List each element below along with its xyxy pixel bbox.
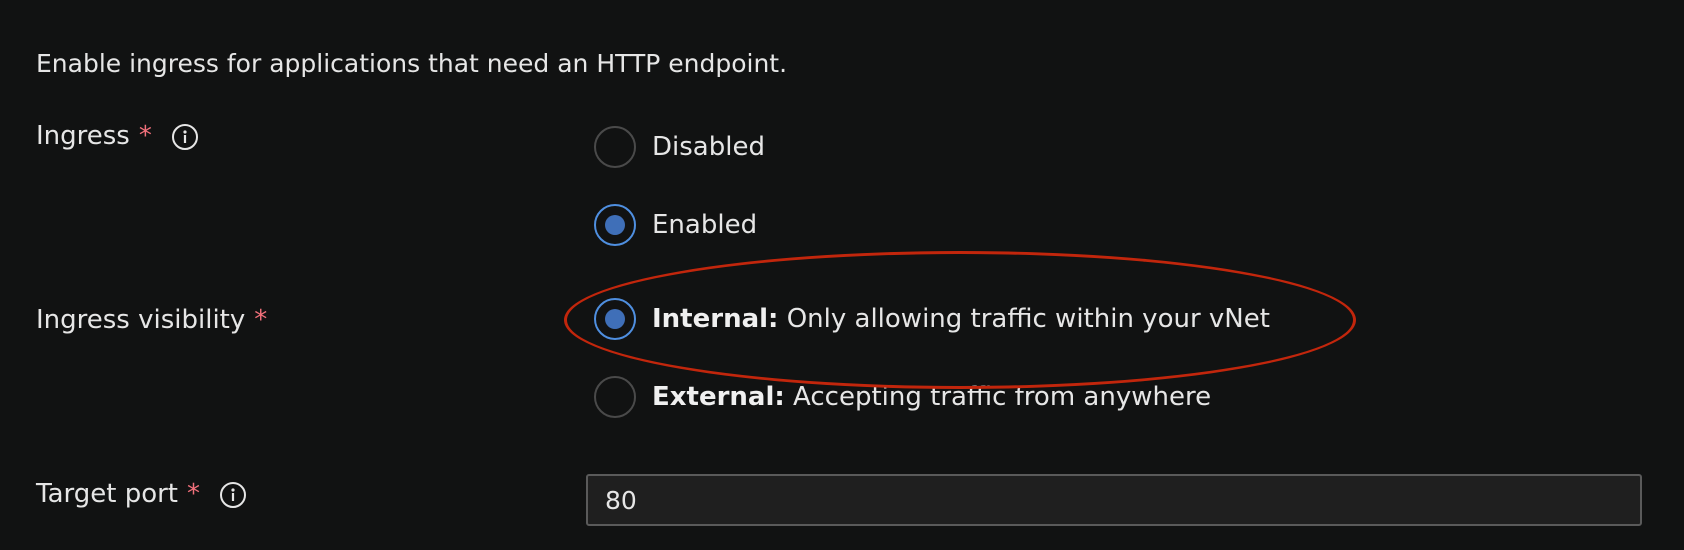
info-icon[interactable] xyxy=(171,124,198,150)
radio-external[interactable] xyxy=(594,376,636,418)
required-asterisk: * xyxy=(187,479,200,509)
ingress-option-disabled[interactable]: Disabled xyxy=(594,125,765,169)
internal-detail: Only allowing traffic within your vNet xyxy=(786,304,1270,334)
radio-external-label: External: Accepting traffic from anywher… xyxy=(652,380,1211,414)
visibility-option-external[interactable]: External: Accepting traffic from anywher… xyxy=(594,375,1211,419)
section-description: Enable ingress for applications that nee… xyxy=(36,49,788,78)
required-asterisk: * xyxy=(254,305,268,335)
info-icon[interactable] xyxy=(220,482,246,508)
target-port-input[interactable] xyxy=(586,474,1642,526)
ingress-label: Ingress * xyxy=(36,119,198,153)
internal-title: Internal: xyxy=(652,304,779,334)
radio-disabled-label: Disabled xyxy=(652,132,765,162)
external-title: External: xyxy=(652,382,785,412)
ingress-settings-page: Enable ingress for applications that nee… xyxy=(0,0,1684,550)
ingress-visibility-label: Ingress visibility * xyxy=(36,303,267,337)
required-asterisk: * xyxy=(138,121,152,151)
ingress-label-text: Ingress xyxy=(36,121,130,151)
target-port-label: Target port * xyxy=(36,477,246,511)
radio-disabled[interactable] xyxy=(594,126,636,168)
radio-internal-label: Internal: Only allowing traffic within y… xyxy=(652,302,1270,336)
radio-internal[interactable] xyxy=(594,298,636,340)
ingress-visibility-label-text: Ingress visibility xyxy=(36,305,246,335)
radio-enabled-label: Enabled xyxy=(652,210,758,240)
ingress-option-enabled[interactable]: Enabled xyxy=(594,203,757,247)
visibility-option-internal[interactable]: Internal: Only allowing traffic within y… xyxy=(594,297,1270,341)
target-port-label-text: Target port xyxy=(36,479,178,509)
external-detail: Accepting traffic from anywhere xyxy=(793,382,1212,412)
radio-enabled[interactable] xyxy=(594,204,636,246)
